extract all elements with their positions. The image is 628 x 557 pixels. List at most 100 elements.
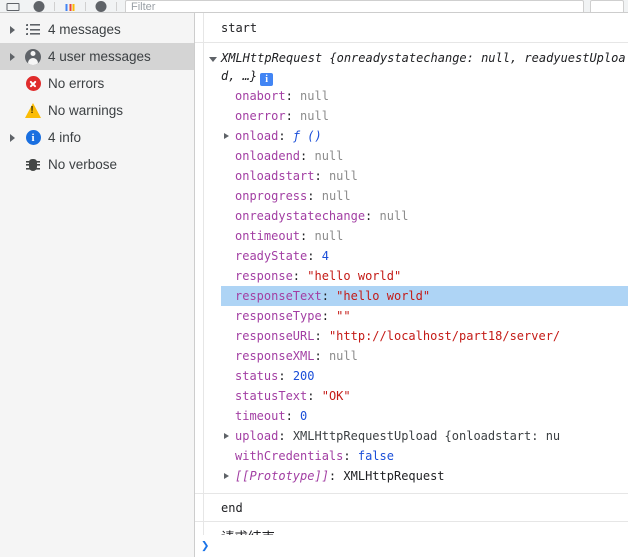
property-value: null bbox=[379, 209, 409, 223]
property-key: statusText bbox=[235, 389, 308, 403]
property-row-onloadstart[interactable]: onloadstart: null bbox=[221, 166, 628, 186]
devtools-toolbar: Filter bbox=[0, 0, 628, 13]
inspect-element-icon[interactable] bbox=[26, 0, 52, 12]
sidebar-item-warnings[interactable]: No warnings bbox=[0, 97, 194, 124]
property-row-ontimeout[interactable]: ontimeout: null bbox=[221, 226, 628, 246]
toolbar-divider bbox=[54, 2, 55, 11]
property-key: status bbox=[235, 369, 279, 383]
list-icon bbox=[20, 24, 46, 35]
property-colon: : bbox=[365, 209, 373, 223]
property-colon: : bbox=[278, 429, 286, 443]
property-row-onprogress[interactable]: onprogress: null bbox=[221, 186, 628, 206]
expand-triangle-icon[interactable] bbox=[224, 132, 229, 139]
object-header[interactable]: XMLHttpRequest {onreadystatechange: null… bbox=[195, 49, 628, 86]
property-row-prototype[interactable]: [[Prototype]]: XMLHttpRequest bbox=[221, 466, 628, 486]
property-row-onreadystatechange[interactable]: onreadystatechange: null bbox=[221, 206, 628, 226]
property-row-responsetext[interactable]: responseText: "hello world" bbox=[221, 286, 628, 306]
dock-panel-icon[interactable] bbox=[0, 0, 26, 12]
property-key: [[Prototype]] bbox=[235, 469, 329, 483]
property-value: ƒ () bbox=[292, 129, 322, 143]
property-colon: : bbox=[278, 129, 286, 143]
console-log-pane[interactable]: start XMLHttpRequest {onreadystatechange… bbox=[195, 13, 628, 557]
property-row-responsexml[interactable]: responseXML: null bbox=[221, 346, 628, 366]
sidebar-item-label: No errors bbox=[48, 76, 105, 91]
sidebar-item-label: 4 messages bbox=[48, 22, 121, 37]
prompt-arrow-icon: ❯ bbox=[201, 538, 210, 554]
property-value: 4 bbox=[321, 249, 329, 263]
property-key: onreadystatechange bbox=[235, 209, 366, 223]
property-row-onload[interactable]: onload: ƒ () bbox=[221, 126, 628, 146]
property-value: XMLHttpRequestUpload {onloadstart: nu bbox=[292, 429, 561, 443]
property-value: null bbox=[300, 109, 329, 123]
property-colon: : bbox=[321, 289, 329, 303]
property-value: 0 bbox=[300, 409, 308, 423]
sidebar-item-verbose[interactable]: No verbose bbox=[0, 151, 194, 178]
property-colon: : bbox=[278, 369, 286, 383]
property-value: null bbox=[328, 349, 358, 363]
property-value: "hello world" bbox=[336, 289, 431, 303]
record-icon[interactable] bbox=[88, 0, 114, 12]
expand-triangle-icon[interactable] bbox=[4, 134, 20, 142]
property-row-upload[interactable]: upload: XMLHttpRequestUpload {onloadstar… bbox=[221, 426, 628, 446]
property-row-response[interactable]: response: "hello world" bbox=[221, 266, 628, 286]
property-value: null bbox=[314, 149, 344, 163]
property-value: null bbox=[321, 189, 351, 203]
property-colon: : bbox=[285, 109, 293, 123]
sidebar-item-info[interactable]: 4 info bbox=[0, 124, 194, 151]
sidebar-item-label: No verbose bbox=[48, 157, 118, 172]
expand-triangle-icon[interactable] bbox=[4, 26, 20, 34]
property-value: "OK" bbox=[321, 389, 351, 403]
sidebar-item-label: 4 user messages bbox=[48, 49, 151, 64]
property-row-onloadend[interactable]: onloadend: null bbox=[221, 146, 628, 166]
device-toolbar-icon[interactable] bbox=[57, 0, 83, 12]
property-key: onload bbox=[235, 129, 279, 143]
property-value: XMLHttpRequest bbox=[343, 469, 445, 483]
expand-triangle-icon[interactable] bbox=[224, 472, 229, 479]
property-key: onabort bbox=[235, 89, 286, 103]
expand-triangle-icon[interactable] bbox=[224, 432, 229, 439]
property-key: withCredentials bbox=[235, 449, 344, 463]
collapse-triangle-icon[interactable] bbox=[209, 57, 217, 62]
property-value: "hello world" bbox=[307, 269, 402, 283]
sidebar-item-user-messages[interactable]: 4 user messages bbox=[0, 43, 194, 70]
property-value: "" bbox=[336, 309, 351, 323]
settings-icon[interactable] bbox=[590, 0, 624, 12]
property-row-onerror[interactable]: onerror: null bbox=[221, 106, 628, 126]
property-row-withcredentials[interactable]: withCredentials: false bbox=[221, 446, 628, 466]
property-colon: : bbox=[314, 349, 322, 363]
console-message-start[interactable]: start bbox=[195, 13, 628, 43]
property-colon: : bbox=[292, 269, 301, 283]
expand-triangle-icon[interactable] bbox=[4, 53, 20, 61]
property-key: responseURL bbox=[235, 329, 315, 343]
sidebar-item-errors[interactable]: No errors bbox=[0, 70, 194, 97]
property-colon: : bbox=[328, 469, 337, 483]
warning-icon bbox=[20, 103, 46, 118]
property-key: ontimeout bbox=[235, 229, 301, 243]
property-row-responsetype[interactable]: responseType: "" bbox=[221, 306, 628, 326]
property-value: false bbox=[357, 449, 394, 463]
filter-input[interactable]: Filter bbox=[125, 0, 584, 12]
property-row-responseurl[interactable]: responseURL: "http://localhost/part18/se… bbox=[221, 326, 628, 346]
property-key: response bbox=[235, 269, 293, 283]
toolbar-divider bbox=[116, 2, 117, 11]
property-row-readystate[interactable]: readyState: 4 bbox=[221, 246, 628, 266]
console-prompt[interactable]: ❯ bbox=[195, 535, 628, 557]
property-key: responseXML bbox=[235, 349, 315, 363]
sidebar-item-messages[interactable]: 4 messages bbox=[0, 16, 194, 43]
console-message-end[interactable]: end bbox=[195, 494, 628, 522]
info-badge-icon[interactable]: i bbox=[260, 73, 274, 86]
user-icon bbox=[20, 48, 46, 65]
sidebar-item-label: No warnings bbox=[48, 103, 124, 118]
property-key: responseType bbox=[235, 309, 322, 323]
property-row-statustext[interactable]: statusText: "OK" bbox=[221, 386, 628, 406]
property-key: responseText bbox=[235, 289, 322, 303]
property-row-timeout[interactable]: timeout: 0 bbox=[221, 406, 628, 426]
property-colon: : bbox=[307, 249, 315, 263]
property-row-status[interactable]: status: 200 bbox=[221, 366, 628, 386]
property-row-onabort[interactable]: onabort: null bbox=[221, 86, 628, 106]
property-value: "http://localhost/part18/server/ bbox=[328, 329, 561, 343]
property-value: 200 bbox=[292, 369, 315, 383]
message-gutter bbox=[195, 43, 204, 493]
console-message-object[interactable]: XMLHttpRequest {onreadystatechange: null… bbox=[195, 43, 628, 494]
property-colon: : bbox=[314, 329, 322, 343]
